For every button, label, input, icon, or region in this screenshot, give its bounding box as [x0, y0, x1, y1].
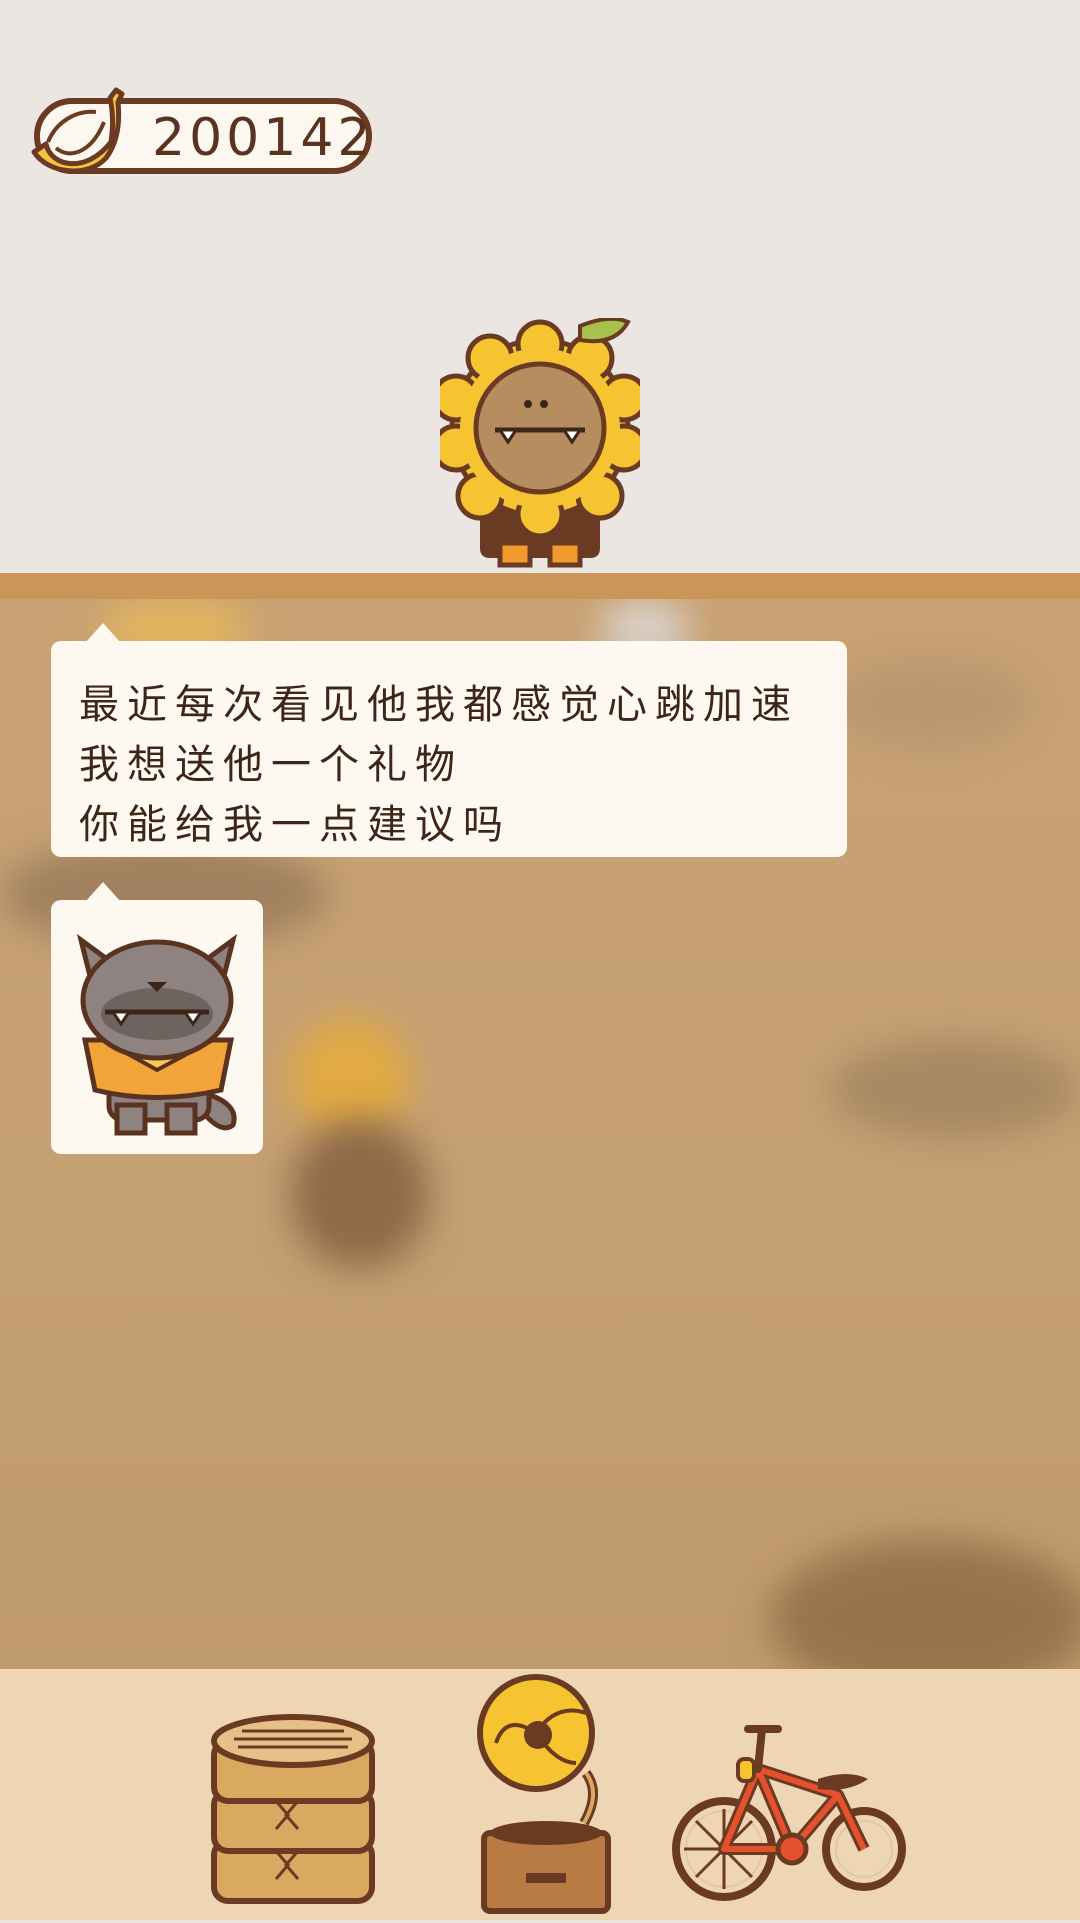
raccoon-character: [76, 933, 238, 1136]
gramophone-icon[interactable]: [466, 1673, 626, 1923]
banana-icon: [31, 87, 125, 174]
target-bubble: [51, 882, 263, 1154]
banana-count: 200142: [152, 108, 375, 168]
steamer-basket-icon[interactable]: [208, 1711, 378, 1911]
room-background: 最近每次看见他我都感觉心跳加速 我想送他一个礼物 你能给我一点建议吗: [0, 599, 1080, 1669]
top-area: 200142: [0, 0, 1080, 573]
dialog-bubble: 最近每次看见他我都感觉心跳加速 我想送他一个礼物 你能给我一点建议吗: [51, 623, 847, 857]
dialog-line: 我想送他一个礼物: [79, 742, 463, 788]
shelf: [0, 573, 1080, 599]
dialog-line: 你能给我一点建议吗: [79, 802, 511, 848]
bicycle-icon[interactable]: [668, 1709, 908, 1909]
sunflower-character: [440, 318, 640, 568]
dialog-line: 最近每次看见他我都感觉心跳加速: [79, 682, 799, 728]
gift-bar: [0, 1669, 1080, 1920]
